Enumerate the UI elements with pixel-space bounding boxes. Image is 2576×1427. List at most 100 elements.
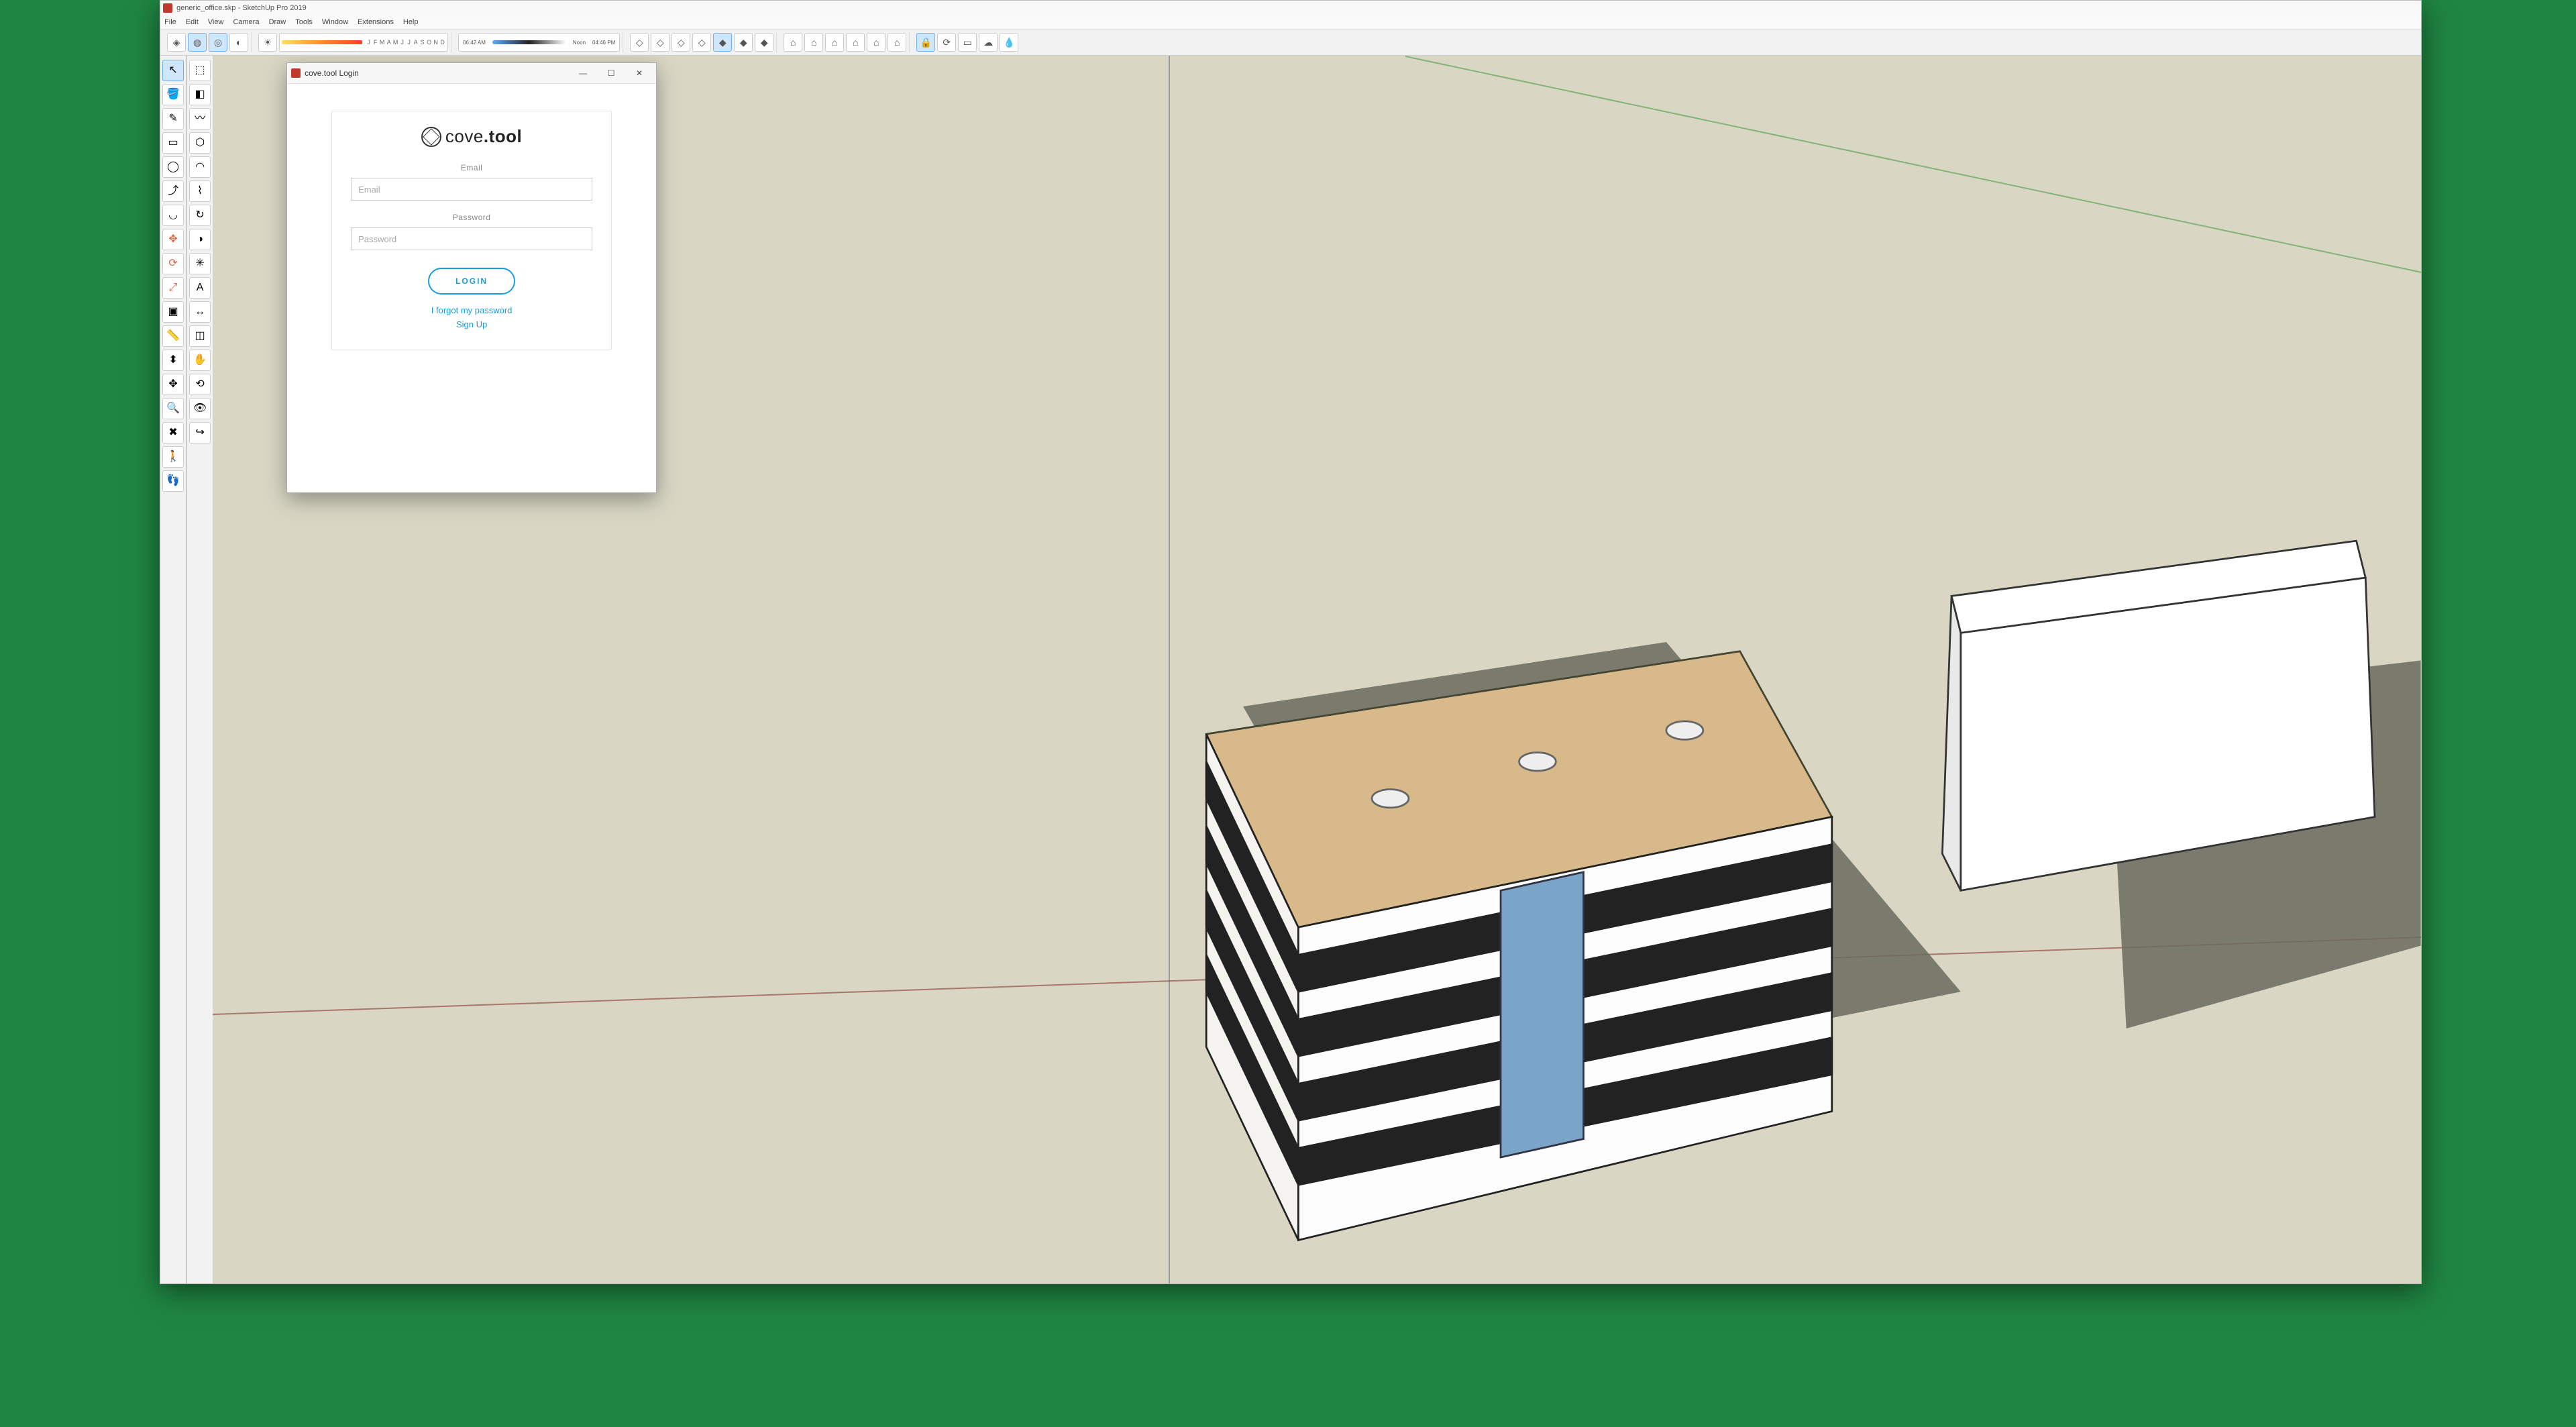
style6-button[interactable]: ◆ bbox=[734, 33, 753, 52]
component-tool[interactable]: ⬚ bbox=[189, 60, 211, 81]
fog-button[interactable]: ◐ bbox=[229, 33, 248, 52]
wh5-button-icon: ⌂ bbox=[873, 37, 879, 48]
axis-tool[interactable]: ✳ bbox=[189, 253, 211, 274]
iso-view-button-icon: ◈ bbox=[173, 37, 180, 48]
rectangle-tool[interactable]: ▭ bbox=[162, 132, 184, 154]
push-pull-tool[interactable]: ⬍ bbox=[162, 350, 184, 371]
followme-tool[interactable]: ↻ bbox=[189, 205, 211, 226]
zoom-extents-tool[interactable]: ✖ bbox=[162, 422, 184, 443]
walk-tool[interactable]: 🚶 bbox=[162, 446, 184, 468]
shadow-button[interactable]: ◎ bbox=[209, 33, 227, 52]
login-button[interactable]: LOGIN bbox=[428, 268, 515, 295]
menu-help[interactable]: Help bbox=[403, 18, 419, 26]
menu-edit[interactable]: Edit bbox=[186, 18, 199, 26]
pan-tool[interactable]: ✋ bbox=[189, 350, 211, 371]
titlebar: generic_office.skp - SketchUp Pro 2019 bbox=[160, 1, 2421, 15]
zoom-tool[interactable]: 🔍 bbox=[162, 398, 184, 419]
menu-extensions[interactable]: Extensions bbox=[358, 18, 394, 26]
month-N: N bbox=[433, 39, 439, 46]
styles-toolbar: ◇◇◇◇◆◆◆ bbox=[627, 32, 777, 52]
wh2-button[interactable]: ⌂ bbox=[804, 33, 823, 52]
wh1-button[interactable]: ⌂ bbox=[784, 33, 802, 52]
arc3-tool[interactable]: ◠ bbox=[189, 156, 211, 178]
offset-tool[interactable]: ▣ bbox=[162, 301, 184, 323]
sun-button-icon: ◍ bbox=[193, 37, 201, 48]
pencil-tool[interactable]: ✎ bbox=[162, 108, 184, 129]
rotate-tool[interactable]: ⟳ bbox=[162, 253, 184, 274]
sun-button[interactable]: ◍ bbox=[188, 33, 207, 52]
style3-button[interactable]: ◇ bbox=[672, 33, 690, 52]
menu-view[interactable]: View bbox=[208, 18, 224, 26]
top-toolbar-row: ◈ ◍ ◎◐ ☀ JFMAMJJASOND 06:42 AM Noon 04:46 … bbox=[160, 30, 2421, 56]
wh6-button[interactable]: ⌂ bbox=[888, 33, 906, 52]
arc2-tool-icon: ◡ bbox=[168, 210, 178, 221]
freehand-tool[interactable]: ⌇ bbox=[189, 180, 211, 202]
lock-button[interactable]: 🔒 bbox=[916, 33, 935, 52]
wh3-button[interactable]: ⌂ bbox=[825, 33, 844, 52]
refresh-button[interactable]: ⟳ bbox=[937, 33, 956, 52]
arc2-tool[interactable]: ◡ bbox=[162, 205, 184, 226]
look-tool[interactable]: 👣 bbox=[162, 470, 184, 492]
dialog-app-icon bbox=[291, 68, 301, 78]
maximize-button[interactable]: ☐ bbox=[597, 64, 625, 82]
month-J: J bbox=[399, 39, 405, 46]
arc3-tool-icon: ◠ bbox=[195, 162, 205, 172]
email-input[interactable] bbox=[351, 178, 592, 201]
push-pull-tool-icon: ⬍ bbox=[168, 355, 177, 366]
tape-tool[interactable]: 📏 bbox=[162, 325, 184, 347]
menu-window[interactable]: Window bbox=[322, 18, 348, 26]
drop-button[interactable]: 💧 bbox=[1000, 33, 1018, 52]
style4-button[interactable]: ◇ bbox=[692, 33, 711, 52]
brand-text: cove.tool bbox=[445, 126, 522, 147]
orbit-tool[interactable]: ✥ bbox=[162, 374, 184, 395]
office-building-model bbox=[1206, 651, 1832, 1240]
eraser-tool-icon: ◧ bbox=[195, 89, 205, 100]
arc-tool-icon: ⤴ bbox=[168, 186, 178, 197]
position-camera-tool[interactable]: 👁 bbox=[189, 398, 211, 419]
time-slider[interactable]: 06:42 AM Noon 04:46 PM bbox=[458, 33, 620, 52]
menu-file[interactable]: File bbox=[164, 18, 176, 26]
line-tool[interactable]: 〰 bbox=[189, 108, 211, 129]
look-around-tool[interactable]: ↪ bbox=[189, 422, 211, 443]
move-tool[interactable]: ✥ bbox=[162, 229, 184, 250]
wh4-button[interactable]: ⌂ bbox=[846, 33, 865, 52]
brand: cove.tool bbox=[421, 126, 522, 147]
select-tool[interactable]: ↖ bbox=[162, 60, 184, 81]
style1-button[interactable]: ◇ bbox=[630, 33, 649, 52]
style5-button[interactable]: ◆ bbox=[713, 33, 732, 52]
prev-view-tool[interactable]: ⟲ bbox=[189, 374, 211, 395]
viewport[interactable]: cove.tool Login — ☐ ✕ cove.tool Email bbox=[213, 56, 2421, 1283]
circle-tool[interactable]: ◯ bbox=[162, 156, 184, 178]
wh5-button[interactable]: ⌂ bbox=[867, 33, 885, 52]
dialog-titlebar[interactable]: cove.tool Login — ☐ ✕ bbox=[287, 63, 656, 84]
menu-tools[interactable]: Tools bbox=[295, 18, 313, 26]
text-tool[interactable]: A bbox=[189, 277, 211, 299]
protractor-tool[interactable]: ◑ bbox=[189, 229, 211, 250]
month-A: A bbox=[386, 39, 392, 46]
paint-bucket-tool-icon: 🪣 bbox=[166, 89, 180, 100]
left-tool-column: ↖ 🪣 ✎ ▭◯ ⤴ ◡ ✥ ⟳ ⤢▣📏 ⬍ ✥ 🔍 ✖ 🚶👣 bbox=[160, 56, 186, 1283]
cloud-up-button[interactable]: ☁ bbox=[979, 33, 998, 52]
text-tool-icon: A bbox=[197, 282, 204, 293]
eraser-tool[interactable]: ◧ bbox=[189, 84, 211, 105]
style2-button[interactable]: ◇ bbox=[651, 33, 669, 52]
sun-toggle-button[interactable]: ☀ bbox=[258, 33, 277, 52]
forgot-password-link[interactable]: I forgot my password bbox=[431, 305, 513, 315]
arc-tool[interactable]: ⤴ bbox=[162, 180, 184, 202]
paint-bucket-tool[interactable]: 🪣 bbox=[162, 84, 184, 105]
date-slider[interactable]: JFMAMJJASOND bbox=[279, 33, 448, 52]
close-button[interactable]: ✕ bbox=[625, 64, 653, 82]
menu-camera[interactable]: Camera bbox=[233, 18, 259, 26]
minimize-button[interactable]: — bbox=[569, 64, 597, 82]
signup-link[interactable]: Sign Up bbox=[456, 319, 487, 329]
iso-view-button[interactable]: ◈ bbox=[167, 33, 186, 52]
month-A: A bbox=[413, 39, 419, 46]
dim-tool[interactable]: ↔ bbox=[189, 301, 211, 323]
style7-button[interactable]: ◆ bbox=[755, 33, 773, 52]
section-tool[interactable]: ◫ bbox=[189, 325, 211, 347]
scale-tool[interactable]: ⤢ bbox=[162, 277, 184, 299]
polygon-tool[interactable]: ⬡ bbox=[189, 132, 211, 154]
password-input[interactable] bbox=[351, 227, 592, 250]
save-button[interactable]: ▭ bbox=[958, 33, 977, 52]
menu-draw[interactable]: Draw bbox=[269, 18, 286, 26]
